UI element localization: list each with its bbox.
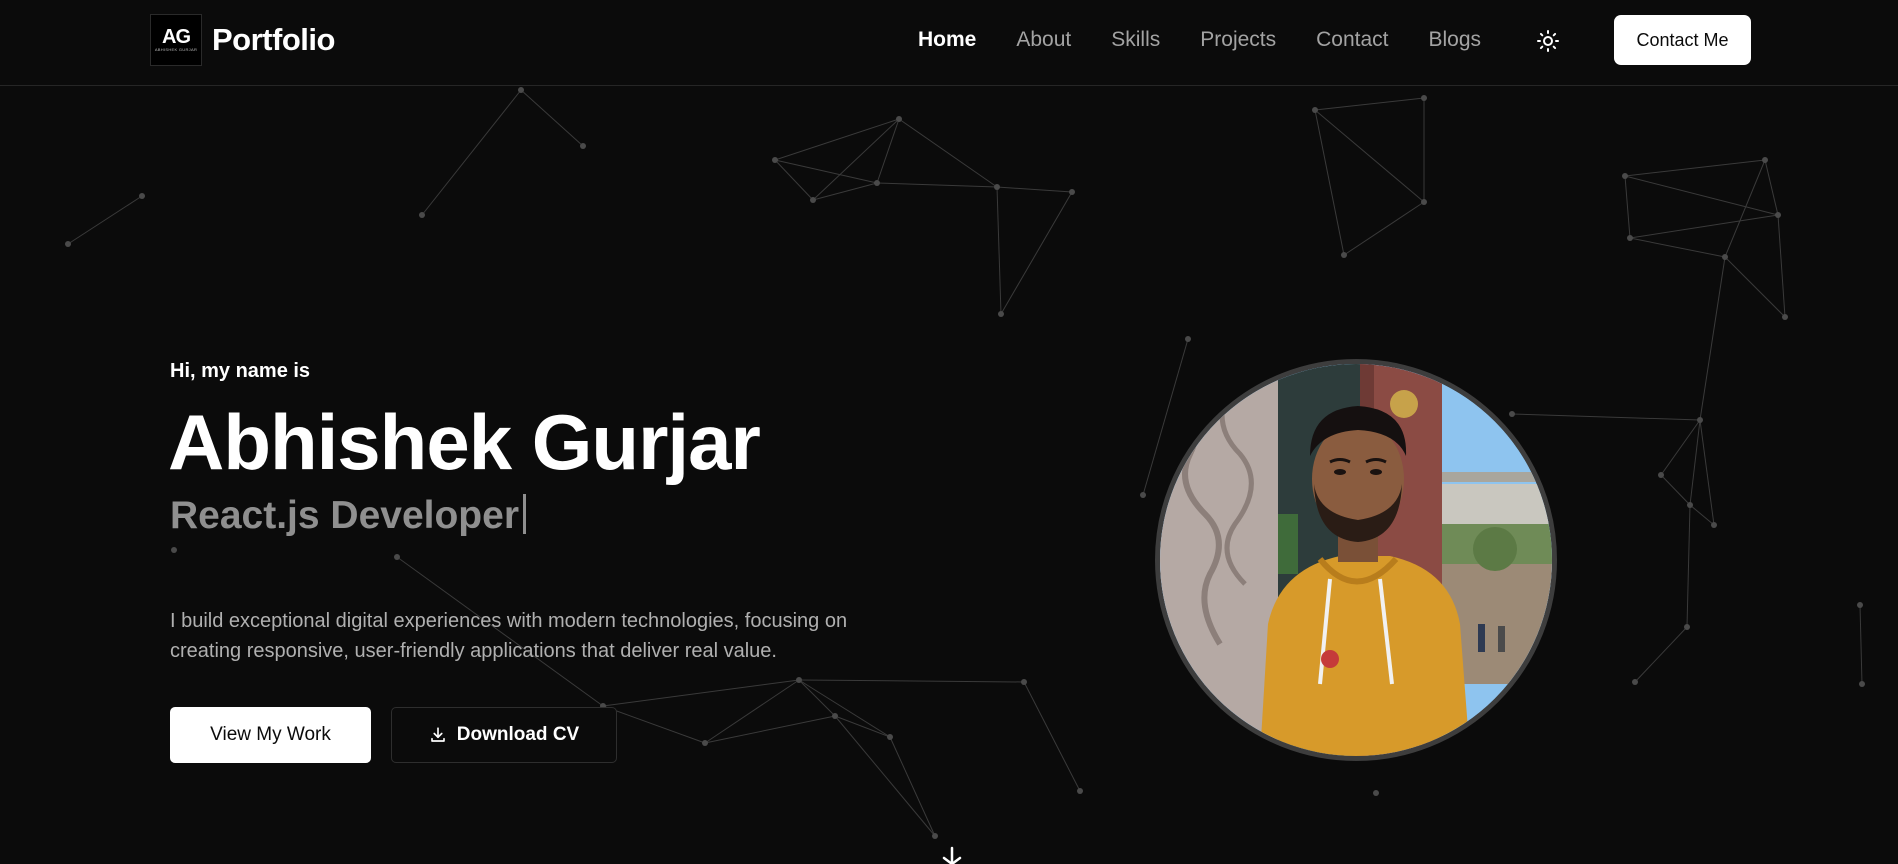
- nav-item-blogs[interactable]: Blogs: [1429, 26, 1482, 54]
- nav-links: Home About Skills Projects Contact Blogs: [918, 26, 1481, 54]
- logo[interactable]: AG ABHISHEK GURJAR Portfolio: [150, 14, 335, 66]
- hero-description: I build exceptional digital experiences …: [170, 610, 848, 662]
- download-cv-button[interactable]: Download CV: [391, 707, 617, 763]
- profile-photo: [1160, 364, 1552, 756]
- hero-name: Abhishek Gurjar: [168, 398, 761, 486]
- theme-toggle-button[interactable]: [1533, 26, 1563, 56]
- navbar: AG ABHISHEK GURJAR Portfolio Home About …: [0, 0, 1898, 86]
- logo-monogram: AG: [162, 26, 191, 48]
- hero-role-text: React.js Developer: [170, 494, 520, 537]
- hero-greeting: Hi, my name is: [170, 360, 311, 382]
- hero-role: React.js Developer: [170, 494, 527, 538]
- profile-avatar: [1155, 359, 1557, 761]
- nav-item-about[interactable]: About: [1016, 26, 1071, 54]
- site-title: Portfolio: [212, 22, 335, 57]
- nav-item-home[interactable]: Home: [918, 26, 976, 54]
- logo-subtext: ABHISHEK GURJAR: [154, 47, 198, 52]
- contact-me-button[interactable]: Contact Me: [1614, 15, 1751, 65]
- typing-cursor: [523, 494, 527, 534]
- download-cv-label: Download CV: [456, 724, 580, 745]
- nav-item-skills[interactable]: Skills: [1111, 26, 1160, 54]
- download-icon: [430, 727, 445, 742]
- nav-item-contact[interactable]: Contact: [1316, 26, 1388, 54]
- nav-item-projects[interactable]: Projects: [1200, 26, 1276, 54]
- logo-mark: AG ABHISHEK GURJAR: [150, 14, 202, 66]
- hero-section: Hi, my name is Abhishek Gurjar React.js …: [0, 0, 1898, 864]
- sun-icon: [1537, 30, 1559, 52]
- arrow-down-icon[interactable]: [937, 846, 967, 864]
- view-my-work-button[interactable]: View My Work: [170, 707, 371, 763]
